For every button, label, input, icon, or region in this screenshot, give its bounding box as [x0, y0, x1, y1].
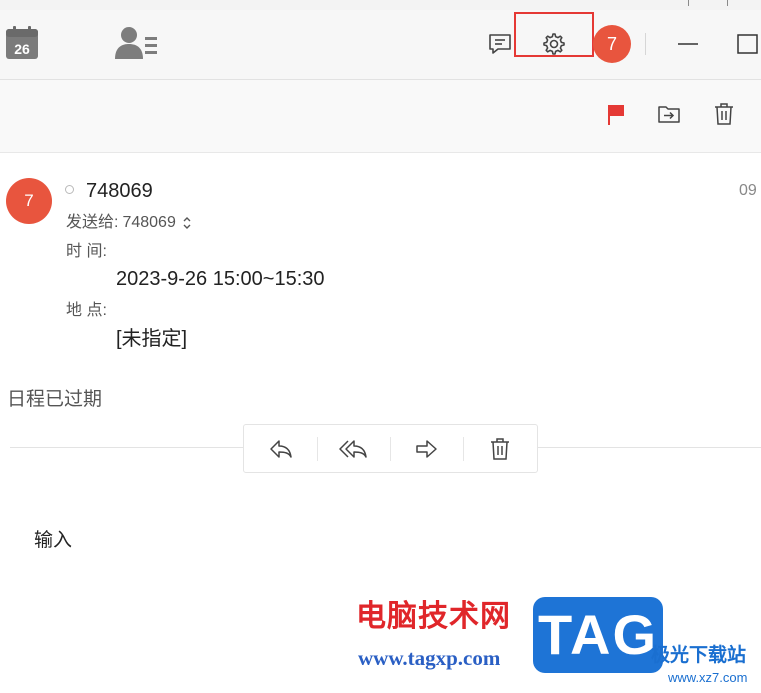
calendar-icon[interactable]: 26: [5, 26, 39, 60]
reply-icon[interactable]: [244, 425, 317, 472]
reply-all-icon[interactable]: [317, 425, 390, 472]
watermark-url: www.tagxp.com: [358, 646, 501, 670]
location-value: [未指定]: [116, 328, 188, 350]
watermark-logo: TAG: [533, 597, 663, 673]
settings-highlight-box: [514, 12, 594, 57]
time-label: 时 间:: [66, 243, 107, 260]
window-top-strip: [0, 0, 761, 10]
calendar-day-number: 26: [14, 41, 30, 57]
location-label: 地 点:: [66, 302, 107, 319]
recipients-label: 发送给:: [66, 214, 119, 231]
message-date: 09: [739, 182, 757, 199]
sender-avatar[interactable]: 7: [6, 178, 52, 224]
recipients-value: 748069: [122, 214, 176, 231]
reply-action-bar: [243, 424, 538, 473]
chat-icon[interactable]: [486, 30, 514, 58]
contacts-icon[interactable]: [114, 26, 160, 60]
unread-count-badge[interactable]: 7: [593, 25, 631, 63]
message-toolbar: [0, 80, 761, 153]
watermark-site-url: www.xz7.com: [668, 670, 748, 685]
unread-status-dot: [65, 185, 74, 194]
watermark-site: 极光下载站: [651, 645, 747, 666]
watermark-title: 电脑技术网: [356, 600, 511, 633]
minimize-icon[interactable]: [672, 28, 704, 60]
top-strip-mark: [727, 0, 738, 6]
titlebar-separator: [645, 33, 646, 55]
move-to-folder-icon[interactable]: [655, 100, 683, 128]
recipients-row: 发送给: 748069: [66, 213, 192, 233]
time-value: 2023-9-26 15:00~15:30: [116, 268, 325, 290]
forward-icon[interactable]: [390, 425, 463, 472]
schedule-expired-notice: 日程已过期: [7, 389, 103, 410]
maximize-icon[interactable]: [733, 28, 761, 60]
message-body: 输入: [34, 530, 73, 551]
expand-recipients-icon[interactable]: [182, 216, 192, 230]
sender-name[interactable]: 748069: [86, 178, 153, 204]
title-bar: 26 7: [0, 10, 761, 80]
trash-icon[interactable]: [463, 425, 536, 472]
flag-icon[interactable]: [601, 100, 629, 128]
trash-icon[interactable]: [710, 100, 738, 128]
top-strip-mark: [688, 0, 699, 6]
